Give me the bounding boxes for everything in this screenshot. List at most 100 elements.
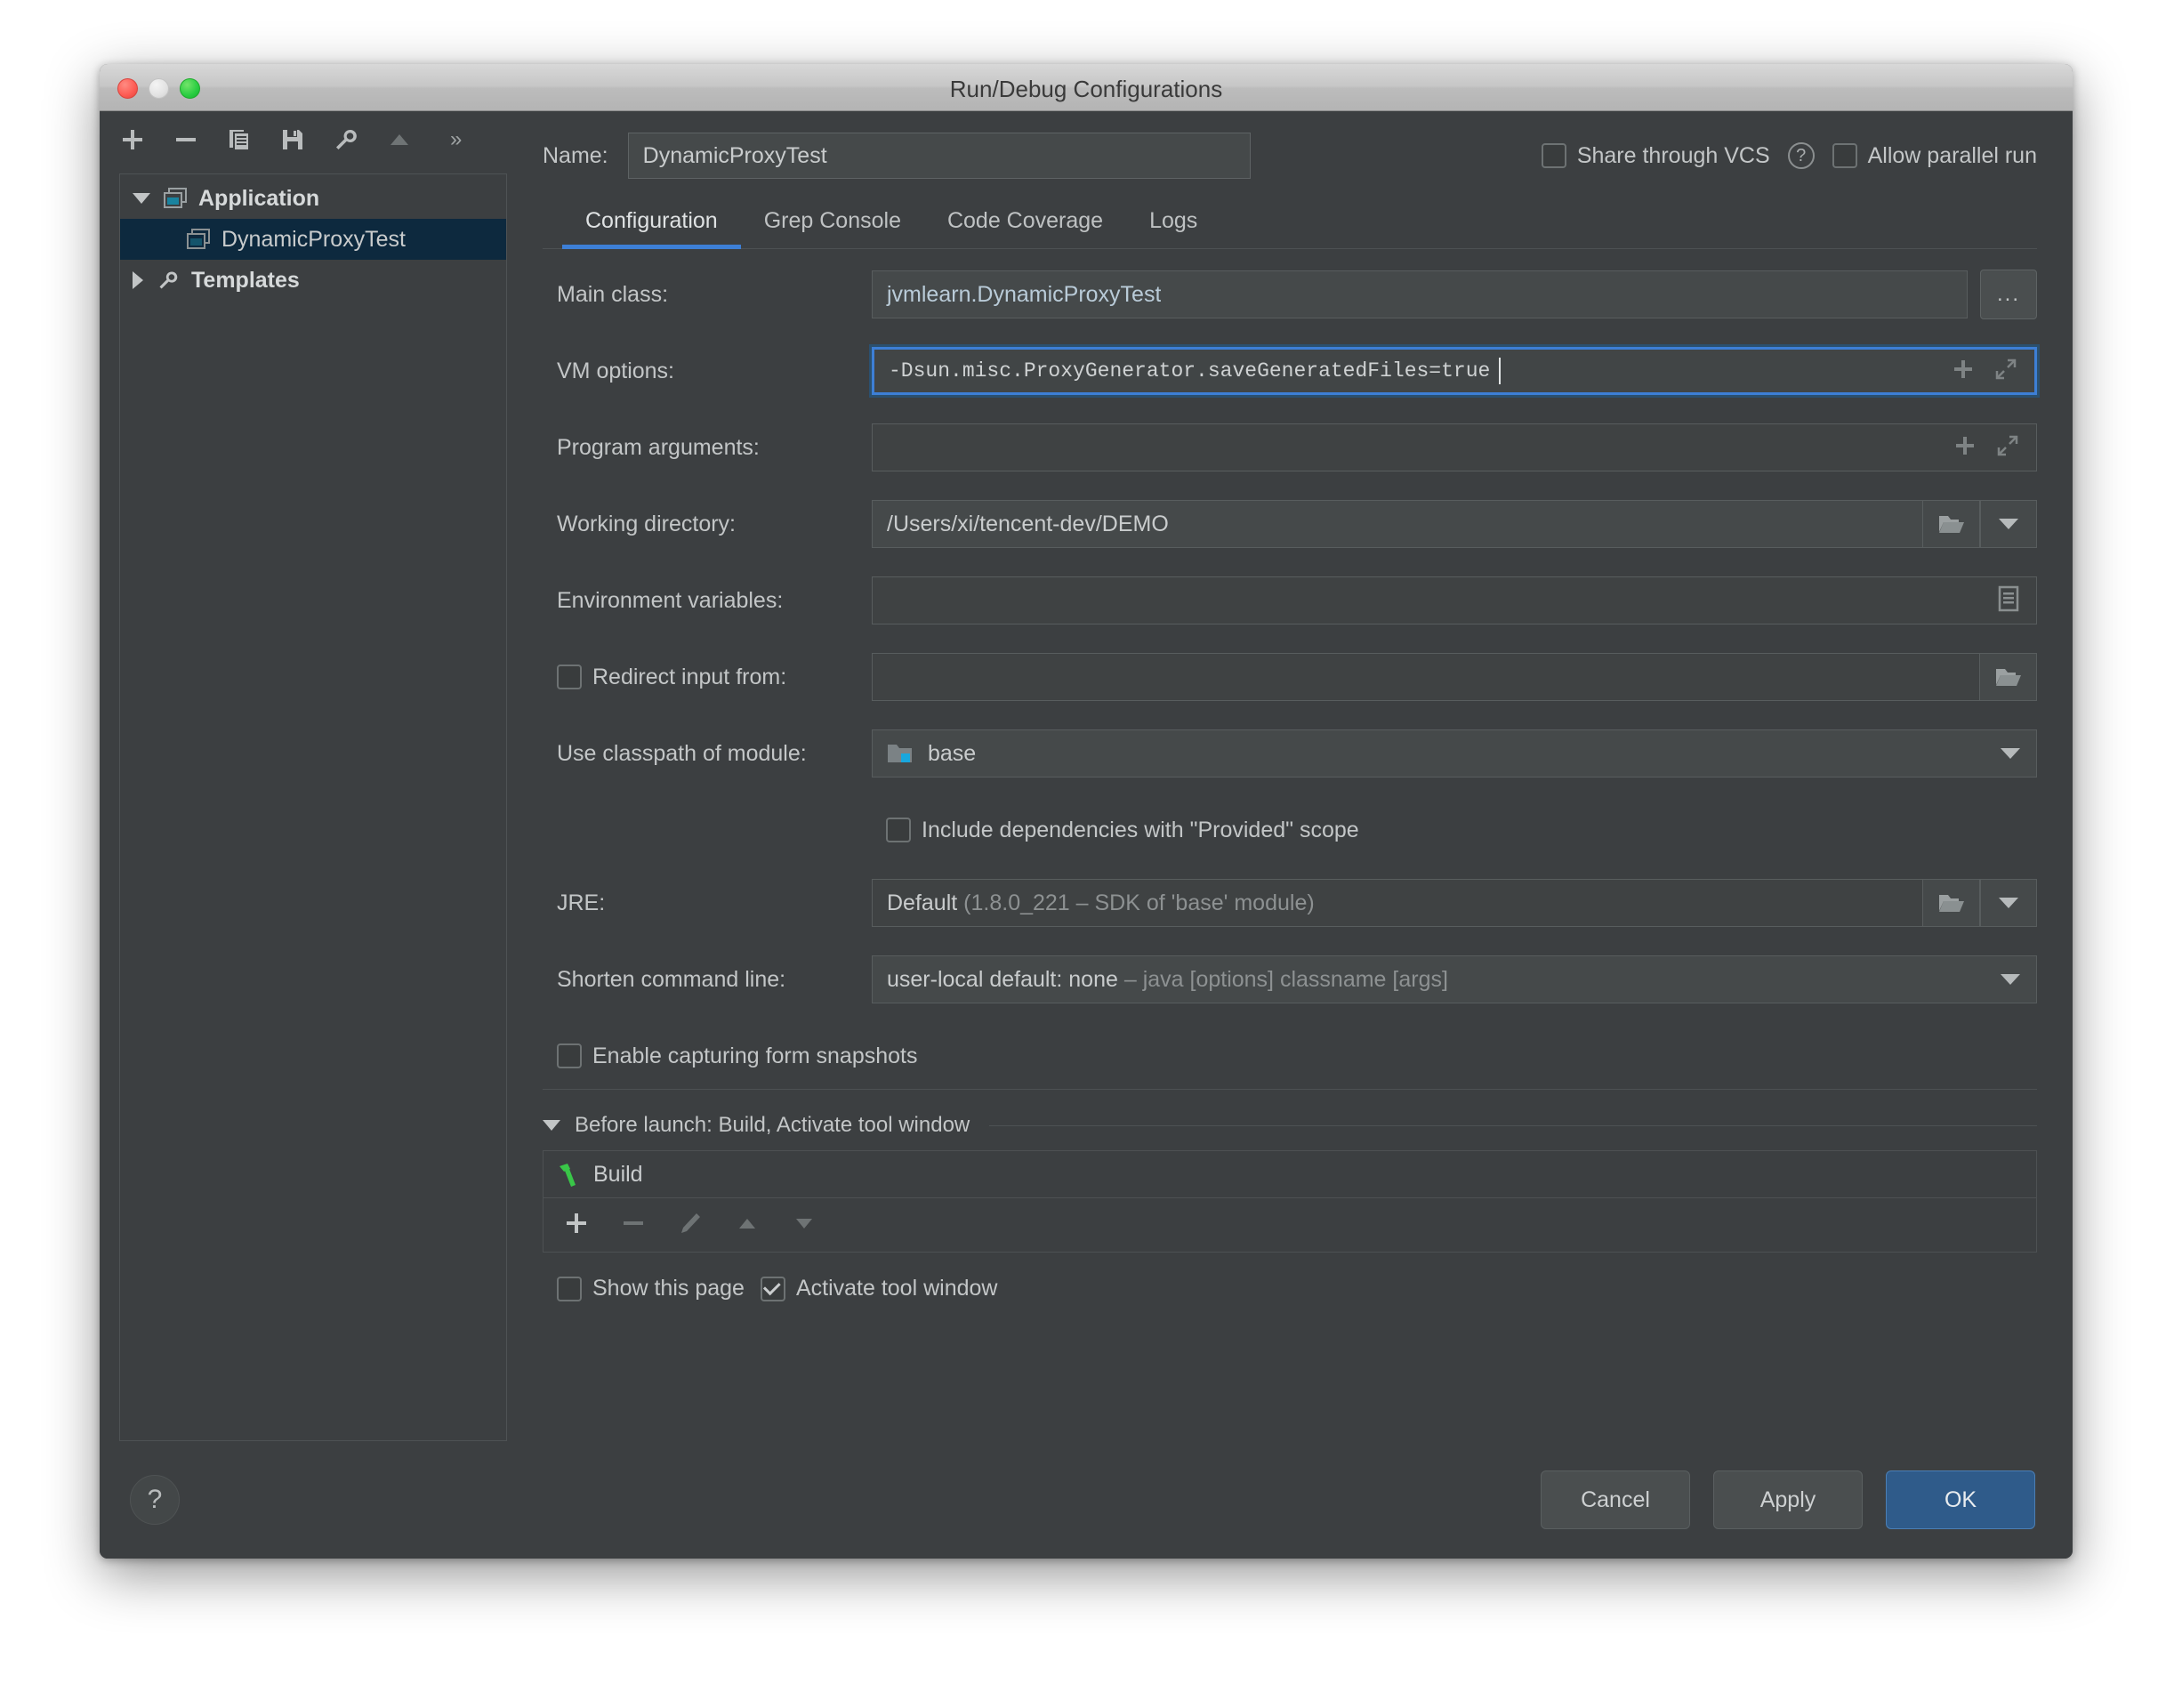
tab-logs[interactable]: Logs: [1126, 208, 1220, 248]
main-class-row: Main class: jvmlearn.DynamicProxyTest ..…: [543, 270, 2037, 319]
redirect-input-label: Redirect input from:: [592, 664, 787, 689]
tree-node-templates[interactable]: Templates: [120, 260, 506, 301]
checkbox-box: [886, 818, 911, 842]
classpath-module-row: Use classpath of module: base: [543, 729, 2037, 777]
tab-configuration[interactable]: Configuration: [562, 208, 741, 249]
ok-button[interactable]: OK: [1886, 1470, 2035, 1529]
jre-value: Default: [887, 890, 958, 915]
before-launch-header[interactable]: Before launch: Build, Activate tool wind…: [543, 1113, 2037, 1138]
configurations-tree: Application DynamicProxyTest Templates: [119, 173, 507, 1441]
shorten-command-line-dropdown[interactable]: user-local default: none – java [options…: [872, 955, 2037, 1003]
help-icon[interactable]: ?: [130, 1475, 180, 1525]
working-directory-row: Working directory: /Users/xi/tencent-dev…: [543, 500, 2037, 548]
application-icon: [186, 229, 211, 250]
window-title: Run/Debug Configurations: [949, 76, 1223, 102]
working-directory-browse-icon[interactable]: [1923, 500, 1980, 548]
working-directory-label: Working directory:: [557, 511, 736, 536]
move-down-icon: [791, 1210, 817, 1241]
jre-value-detail: (1.8.0_221 – SDK of 'base' module): [963, 890, 1315, 915]
remove-icon: [620, 1210, 647, 1241]
checkbox-box: [760, 1276, 785, 1301]
tree-node-dynamicproxytest[interactable]: DynamicProxyTest: [120, 219, 506, 260]
redirect-input-path-input[interactable]: [872, 653, 1980, 701]
tab-grep-console[interactable]: Grep Console: [741, 208, 924, 248]
allow-parallel-run-label: Allow parallel run: [1867, 142, 2037, 168]
show-this-page-checkbox[interactable]: Show this page: [557, 1276, 745, 1301]
form-snapshots-checkbox[interactable]: Enable capturing form snapshots: [543, 1043, 918, 1069]
section-divider: [543, 1089, 2037, 1090]
environment-variables-editor-icon[interactable]: [1997, 585, 2020, 616]
add-icon[interactable]: [117, 125, 148, 155]
redirect-input-browse-icon[interactable]: [1980, 653, 2037, 701]
add-icon[interactable]: [563, 1210, 590, 1241]
jre-input[interactable]: Default (1.8.0_221 – SDK of 'base' modul…: [872, 879, 1923, 927]
chevron-down-icon: [1999, 898, 2018, 908]
working-directory-input[interactable]: /Users/xi/tencent-dev/DEMO: [872, 500, 1923, 548]
header-options: Share through VCS ? Allow parallel run: [1541, 142, 2037, 169]
help-icon[interactable]: ?: [1787, 142, 1815, 169]
environment-variables-row: Environment variables:: [543, 576, 2037, 624]
classpath-module-value: base: [928, 740, 977, 766]
more-chevrons-icon[interactable]: »: [450, 127, 462, 152]
window-body: » Application DynamicProxyTest Templates…: [100, 111, 2073, 1441]
include-provided-label: Include dependencies with "Provided" sco…: [922, 817, 1359, 842]
cancel-button[interactable]: Cancel: [1541, 1470, 1690, 1529]
expand-editor-icon[interactable]: [1993, 357, 2018, 386]
jre-label: JRE:: [557, 890, 606, 915]
share-through-vcs-checkbox[interactable]: Share through VCS: [1541, 143, 1770, 169]
program-arguments-input[interactable]: [872, 423, 2037, 471]
shorten-command-line-row: Shorten command line: user-local default…: [543, 955, 2037, 1003]
checkbox-box: [557, 665, 582, 689]
include-provided-checkbox[interactable]: Include dependencies with "Provided" sco…: [872, 818, 1359, 843]
edit-icon: [677, 1210, 704, 1241]
checkbox-box: [557, 1276, 582, 1301]
move-up-icon[interactable]: [384, 125, 415, 155]
classpath-module-dropdown[interactable]: base: [872, 729, 2037, 777]
name-row: Name: DynamicProxyTest Share through VCS…: [525, 111, 2073, 184]
screenshot-root: Run/Debug Configurations » Application D…: [0, 0, 2174, 1708]
sidebar-toolbar: »: [100, 111, 525, 168]
dialog-buttons: Cancel Apply OK: [1541, 1470, 2035, 1529]
checkbox-box: [1541, 143, 1566, 168]
apply-button[interactable]: Apply: [1713, 1470, 1863, 1529]
chevron-down-icon[interactable]: [2001, 748, 2020, 759]
main-class-input[interactable]: jvmlearn.DynamicProxyTest: [872, 270, 1968, 318]
before-launch-toolbar: [544, 1198, 2036, 1252]
vm-options-row: VM options: -Dsun.misc.ProxyGenerator.sa…: [543, 344, 2040, 398]
chevron-down-icon[interactable]: [2001, 974, 2020, 985]
jre-browse-icon[interactable]: [1923, 879, 1980, 927]
name-input[interactable]: DynamicProxyTest: [627, 133, 1251, 179]
redirect-input-checkbox[interactable]: Redirect input from:: [543, 665, 872, 690]
expand-arrow-icon[interactable]: [543, 1120, 560, 1131]
expand-arrow-icon[interactable]: [133, 193, 150, 204]
wrench-icon[interactable]: [331, 125, 361, 155]
tab-code-coverage[interactable]: Code Coverage: [924, 208, 1126, 248]
form-snapshots-row: Enable capturing form snapshots: [543, 1032, 2037, 1080]
allow-parallel-run-checkbox[interactable]: Allow parallel run: [1832, 143, 2037, 169]
before-launch-item-build[interactable]: Build: [544, 1151, 2036, 1198]
main-class-browse-button[interactable]: ...: [1980, 270, 2037, 319]
environment-variables-label: Environment variables:: [557, 587, 784, 613]
shorten-command-line-detail: – java [options] classname [args]: [1123, 966, 1448, 992]
wrench-icon: [156, 269, 181, 292]
text-cursor: [1499, 358, 1502, 384]
tree-node-label: Templates: [191, 267, 300, 293]
jre-dropdown-button[interactable]: [1980, 879, 2037, 927]
expand-editor-icon[interactable]: [1995, 433, 2020, 463]
macro-add-icon[interactable]: [1953, 433, 1977, 463]
working-directory-dropdown-button[interactable]: [1980, 500, 2037, 548]
tree-node-application[interactable]: Application: [120, 178, 506, 219]
collapse-arrow-icon[interactable]: [133, 271, 143, 289]
save-icon[interactable]: [278, 125, 308, 155]
remove-icon[interactable]: [171, 125, 201, 155]
show-this-page-label: Show this page: [592, 1276, 745, 1301]
copy-icon[interactable]: [224, 125, 254, 155]
environment-variables-input[interactable]: [872, 576, 2037, 624]
activate-tool-window-label: Activate tool window: [795, 1276, 998, 1301]
activate-tool-window-checkbox[interactable]: Activate tool window: [760, 1276, 998, 1301]
vm-options-input[interactable]: -Dsun.misc.ProxyGenerator.saveGeneratedF…: [869, 344, 2040, 398]
tree-node-label: DynamicProxyTest: [221, 226, 406, 252]
classpath-module-label: Use classpath of module:: [557, 740, 807, 766]
module-icon: [873, 742, 914, 765]
macro-add-icon[interactable]: [1951, 357, 1976, 386]
